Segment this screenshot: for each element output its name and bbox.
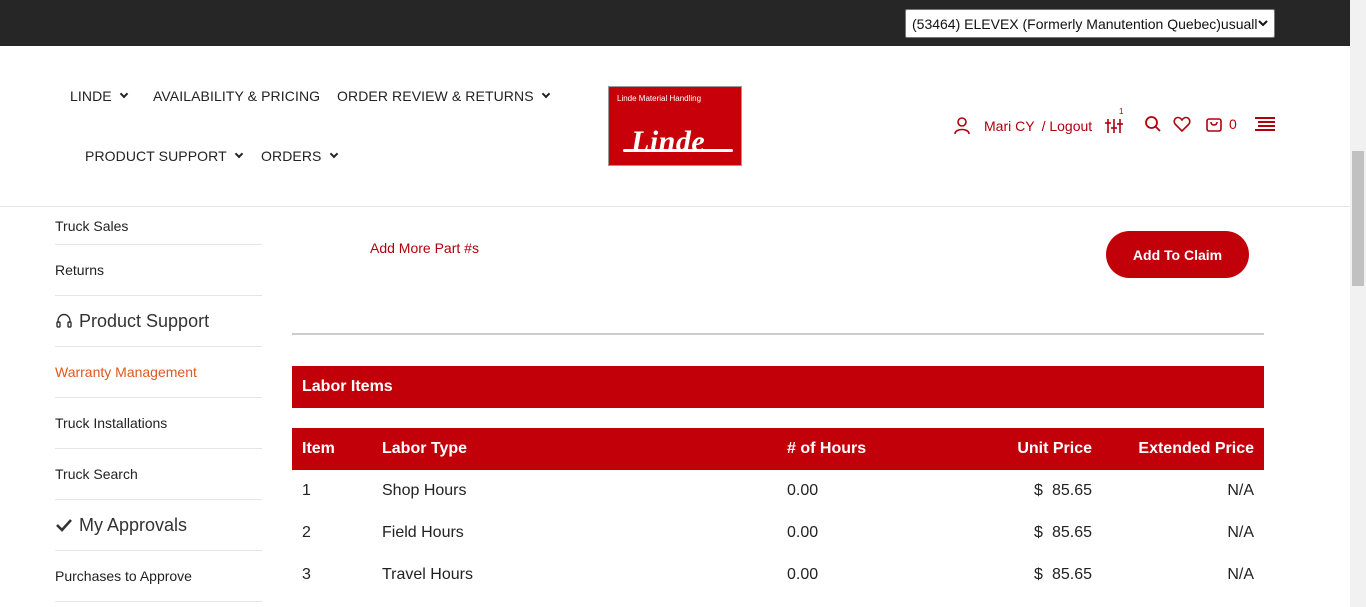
cell-item: 1	[302, 482, 311, 499]
chevron-down-icon	[234, 149, 244, 159]
cart-count: 0	[1229, 116, 1237, 132]
labor-items-heading: Labor Items	[292, 366, 1264, 408]
cell-unit-price: $85.65	[1034, 554, 1092, 596]
nav-label: AVAILABILITY & PRICING	[153, 88, 321, 104]
unit-price-value: 85.65	[1051, 524, 1092, 541]
nav-item-linde[interactable]: LINDE	[70, 88, 128, 104]
nav-label: ORDERS	[261, 148, 322, 164]
user-icon[interactable]	[953, 116, 973, 136]
nav-item-availability-pricing[interactable]: AVAILABILITY & PRICING	[153, 88, 320, 104]
search-icon[interactable]	[1144, 115, 1162, 133]
chevron-down-icon	[329, 149, 338, 159]
cell-labor-type: Shop Hours	[382, 482, 467, 499]
sidebar-item-label: Purchases to Approve	[55, 568, 192, 584]
sidebar-heading-my-approvals: My Approvals	[55, 500, 262, 551]
column-header-item: Item	[302, 440, 335, 457]
top-bar: (53464) ELEVEX (Formerly Manutention Que…	[0, 0, 1350, 46]
unit-price-value: 85.65	[1051, 482, 1092, 499]
table-row: 1 Shop Hours 0.00 $85.65 N/A	[292, 470, 1264, 512]
sidebar-item-label: Truck Installations	[55, 415, 168, 431]
nav-item-orders[interactable]: ORDERS	[261, 148, 338, 164]
sidebar-item-warranty-management[interactable]: Warranty Management	[55, 347, 262, 398]
compare-count-badge: 1	[1119, 107, 1124, 116]
nav-item-order-review-returns[interactable]: ORDER REVIEW & RETURNS	[337, 88, 550, 104]
labor-table: Item Labor Type # of Hours Unit Price Ex…	[292, 428, 1264, 596]
nav-label: LINDE	[70, 88, 112, 104]
nav-label: ORDER REVIEW & RETURNS	[337, 88, 534, 104]
column-header-unit-price: Unit Price	[1017, 440, 1092, 457]
sidebar-item-label: Truck Sales	[55, 217, 129, 234]
currency-symbol: $	[1034, 482, 1043, 499]
section-divider	[292, 333, 1264, 335]
heart-icon[interactable]	[1173, 115, 1191, 133]
scrollbar-thumb[interactable]	[1352, 151, 1364, 286]
cell-unit-price: $85.65	[1034, 470, 1092, 512]
table-row: 3 Travel Hours 0.00 $85.65 N/A	[292, 554, 1264, 596]
add-to-claim-button[interactable]: Add To Claim	[1106, 231, 1249, 278]
cell-hours: 0.00	[787, 566, 819, 583]
cell-labor-type: Travel Hours	[382, 566, 473, 583]
menu-icon[interactable]	[1254, 116, 1276, 132]
sidebar-heading-product-support: Product Support	[55, 296, 262, 347]
cell-item: 3	[302, 566, 311, 583]
sidebar-item-returns[interactable]: Returns	[55, 245, 262, 296]
currency-symbol: $	[1034, 566, 1043, 583]
column-header-labor-type: Labor Type	[382, 440, 468, 457]
sidebar-heading-label: My Approvals	[79, 514, 188, 535]
unit-price-value: 85.65	[1051, 566, 1092, 583]
cell-item: 2	[302, 524, 311, 541]
site-header: LINDE AVAILABILITY & PRICING ORDER REVIE…	[0, 46, 1350, 207]
table-header-row: Item Labor Type # of Hours Unit Price Ex…	[292, 428, 1264, 470]
logo-tagline: Linde Material Handling	[617, 94, 702, 103]
sidebar-heading-label: Product Support	[79, 310, 210, 331]
sidebar-item-truck-sales[interactable]: Truck Sales	[55, 207, 262, 245]
linde-logo[interactable]: Linde Material Handling Linde	[608, 86, 742, 166]
cell-extended-price: N/A	[1227, 524, 1254, 541]
compare-icon[interactable]: 1	[1104, 107, 1126, 135]
sidebar-item-label: Returns	[55, 262, 105, 278]
logo-wordmark: Linde	[631, 125, 706, 158]
headset-icon	[55, 312, 73, 330]
column-header-extended-price: Extended Price	[1138, 440, 1254, 457]
sidebar-item-truck-search[interactable]: Truck Search	[55, 449, 262, 500]
cell-labor-type: Field Hours	[382, 524, 464, 541]
cell-hours: 0.00	[787, 524, 819, 541]
cell-extended-price: N/A	[1227, 482, 1254, 499]
chevron-down-icon	[541, 89, 550, 99]
sidebar: Truck Sales Returns Product Support Warr…	[55, 207, 262, 602]
nav-item-product-support[interactable]: PRODUCT SUPPORT	[85, 148, 244, 164]
account-select-value: (53464) ELEVEX (Formerly Manutention Que…	[912, 15, 1258, 32]
cell-unit-price: $85.65	[1034, 512, 1092, 554]
column-header-hours: # of Hours	[787, 440, 867, 457]
cell-hours: 0.00	[787, 482, 819, 499]
nav-label: PRODUCT SUPPORT	[85, 148, 227, 164]
cell-extended-price: N/A	[1227, 566, 1254, 583]
page-scrollbar[interactable]	[1350, 0, 1366, 607]
table-row: 2 Field Hours 0.00 $85.65 N/A	[292, 512, 1264, 554]
checkmark-icon	[55, 516, 73, 534]
cart-icon[interactable]	[1205, 115, 1223, 133]
chevron-down-icon	[119, 89, 128, 99]
sidebar-item-truck-installations[interactable]: Truck Installations	[55, 398, 262, 449]
chevron-down-icon	[1258, 18, 1268, 30]
logo-swoosh	[623, 149, 733, 152]
add-more-parts-link[interactable]: Add More Part #s	[370, 240, 479, 256]
user-name-link[interactable]: Mari CY	[984, 118, 1035, 134]
header-icons: 1 0	[1104, 107, 1276, 136]
sidebar-item-purchases-to-approve[interactable]: Purchases to Approve	[55, 551, 262, 602]
account-select[interactable]: (53464) ELEVEX (Formerly Manutention Que…	[905, 9, 1275, 38]
user-area: Mari CY / Logout	[953, 116, 1092, 136]
logout-link[interactable]: / Logout	[1042, 118, 1093, 134]
currency-symbol: $	[1034, 524, 1043, 541]
sidebar-item-label: Truck Search	[55, 466, 138, 482]
sidebar-item-label: Warranty Management	[55, 364, 197, 380]
